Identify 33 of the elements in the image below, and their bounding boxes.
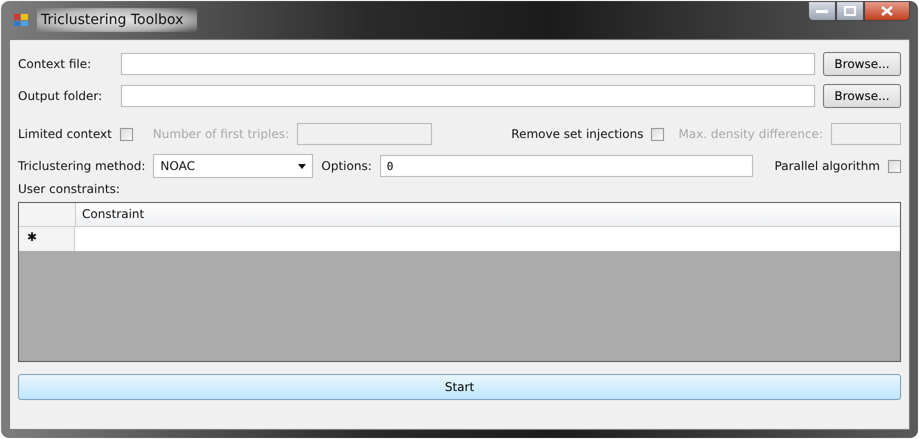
close-button[interactable]	[864, 1, 910, 21]
checkbox-label: Limited context	[18, 127, 112, 141]
minimize-button[interactable]	[808, 1, 836, 21]
field-label: Max. density difference:	[678, 127, 823, 141]
checkbox[interactable]	[651, 128, 664, 140]
table-cell[interactable]	[75, 227, 900, 251]
field-label: Triclustering method:	[18, 159, 146, 173]
field-label: Output folder:	[18, 89, 104, 103]
field-label: Context file:	[18, 57, 92, 71]
section-label: User constraints:	[18, 182, 121, 198]
field-label: Number of first triples:	[152, 127, 290, 141]
window-title: Triclustering Toolbox	[37, 8, 198, 32]
method-dropdown[interactable]: NOAC	[153, 154, 314, 178]
browse-button[interactable]: Browse...	[823, 84, 901, 108]
browse-button[interactable]: Browse...	[823, 52, 901, 76]
checkbox-label: Remove set injections	[511, 127, 644, 141]
maximize-icon	[844, 6, 856, 16]
checkbox[interactable]	[888, 160, 901, 172]
output-folder-field[interactable]	[121, 85, 815, 107]
column-header[interactable]: Constraint	[76, 203, 900, 227]
grid-corner	[19, 203, 76, 227]
row-header[interactable]: ✱	[19, 227, 75, 251]
options-field[interactable]: 0	[380, 155, 753, 177]
checkbox[interactable]	[120, 128, 133, 140]
close-icon	[881, 6, 893, 16]
maximize-button[interactable]	[836, 1, 864, 21]
app-icon	[13, 12, 29, 28]
field-label: Options:	[321, 159, 372, 173]
minimize-icon	[816, 8, 828, 14]
context-file-field[interactable]	[121, 53, 815, 75]
checkbox-label: Parallel algorithm	[774, 159, 880, 173]
start-button[interactable]: Start	[18, 374, 901, 400]
dropdown-arrow-icon	[298, 164, 306, 168]
